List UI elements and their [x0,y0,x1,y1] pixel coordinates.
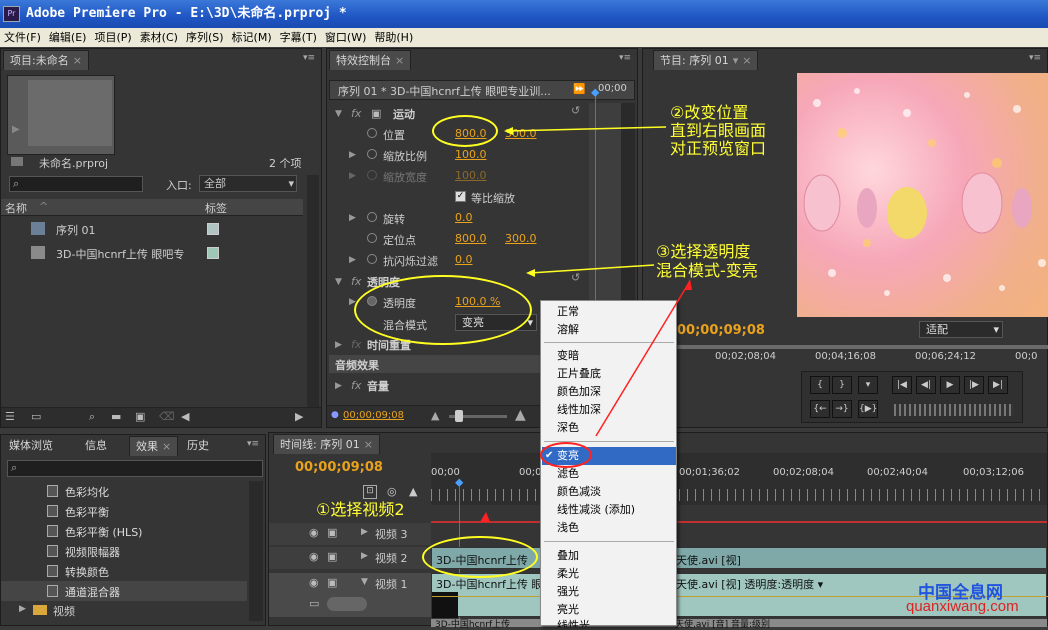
watermark-url: quanxiwang.com [906,598,1019,615]
highlight-ellipse-opacity [354,275,532,345]
annotation-arrow [507,126,667,132]
arrowhead [504,127,513,135]
highlight-ellipse-position [432,115,498,147]
annotation-step2-line3: 对正预览窗口 [670,139,767,158]
annotation-step1: ①选择视频2 [316,500,405,519]
annotation-arrow [529,264,655,274]
arrowhead [480,512,490,522]
annotation-step3-line2: 混合模式-变亮 [656,261,758,280]
arrowhead [526,269,535,277]
arrowhead [684,279,692,290]
highlight-ellipse-video2 [422,536,538,578]
annotation-step3-line1: ③选择透明度 [656,242,751,261]
highlight-ellipse-lighten [540,442,592,468]
annotation-step2-line2: 直到右眼画面 [670,121,767,140]
annotation-step2-line1: ②改变位置 [670,103,749,122]
annotation-arrow [595,280,691,437]
